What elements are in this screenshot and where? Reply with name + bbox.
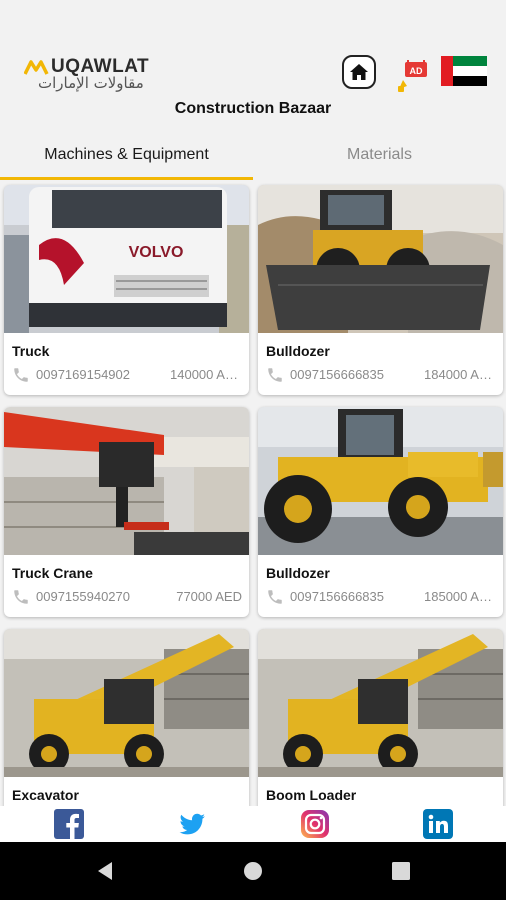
android-nav-bar: [0, 842, 506, 900]
listing-card[interactable]: Truck Crane 0097155940270 77000 AED: [4, 407, 249, 617]
phone-icon[interactable]: [12, 588, 30, 606]
instagram-icon[interactable]: [300, 809, 330, 839]
listing-phone[interactable]: 0097155940270: [36, 589, 130, 604]
listing-contact-row: 0097156666835 185000 AED: [266, 588, 496, 606]
listing-card[interactable]: Boom Loader: [258, 629, 503, 806]
facebook-icon[interactable]: [54, 809, 84, 839]
status-bar: [0, 0, 506, 30]
listing-contact-row: 0097169154902 140000 AED: [12, 366, 242, 384]
svg-text:VOLVO: VOLVO: [129, 244, 184, 261]
listing-card[interactable]: Excavator: [4, 629, 249, 806]
app-header: UQAWLAT مقاولات الإمارات AD Construction…: [0, 30, 506, 130]
recents-icon[interactable]: [389, 859, 413, 883]
category-tabs: Machines & Equipment Materials: [0, 130, 506, 180]
listing-title: Truck: [12, 343, 50, 359]
tab-materials[interactable]: Materials: [253, 130, 506, 180]
truck-crane-photo: [4, 407, 249, 555]
home-circle-icon[interactable]: [241, 859, 265, 883]
excavator-photo: [4, 629, 249, 777]
listing-card[interactable]: Bulldozer 0097156666835 185000 AED: [258, 407, 503, 617]
listing-price: 184000 AED: [424, 367, 496, 382]
listing-title: Bulldozer: [266, 565, 330, 581]
bulldozer-photo: [258, 407, 503, 555]
post-ad-icon: AD: [398, 60, 427, 92]
phone-icon[interactable]: [12, 366, 30, 384]
boom-loader-photo: [258, 629, 503, 777]
social-bar: [0, 806, 506, 842]
ad-label: AD: [410, 66, 423, 76]
listing-title: Truck Crane: [12, 565, 93, 581]
listings-grid: VOLVO Truck 0097169154902 140000 AED Bul…: [0, 180, 506, 806]
tab-machines-equipment[interactable]: Machines & Equipment: [0, 130, 253, 180]
listing-card[interactable]: Bulldozer 0097156666835 184000 AED: [258, 185, 503, 395]
bulldozer-photo: [258, 185, 503, 333]
listing-price: 140000 AED: [170, 367, 242, 382]
phone-icon[interactable]: [266, 366, 284, 384]
post-ad-button[interactable]: AD: [396, 56, 430, 94]
listing-price: 77000 AED: [176, 589, 242, 604]
home-button[interactable]: [342, 55, 376, 89]
uae-flag-icon[interactable]: [441, 56, 487, 86]
listing-title: Excavator: [12, 787, 79, 803]
listing-phone[interactable]: 0097156666835: [290, 367, 384, 382]
home-icon: [350, 64, 368, 80]
listing-price: 185000 AED: [424, 589, 496, 604]
page-title: Construction Bazaar: [174, 100, 332, 117]
phone-icon[interactable]: [266, 588, 284, 606]
twitter-icon[interactable]: [177, 809, 207, 839]
listing-contact-row: 0097156666835 184000 AED: [266, 366, 496, 384]
linkedin-icon[interactable]: [423, 809, 453, 839]
app-logo[interactable]: UQAWLAT مقاولات الإمارات: [24, 56, 164, 100]
listing-phone[interactable]: 0097169154902: [36, 367, 130, 382]
truck-photo: VOLVO: [4, 185, 249, 333]
listing-card[interactable]: VOLVO Truck 0097169154902 140000 AED: [4, 185, 249, 395]
logo-arabic-text: مقاولات الإمارات: [38, 74, 144, 92]
listing-title: Bulldozer: [266, 343, 330, 359]
listing-phone[interactable]: 0097156666835: [290, 589, 384, 604]
back-icon[interactable]: [93, 859, 117, 883]
listing-title: Boom Loader: [266, 787, 357, 803]
listing-contact-row: 0097155940270 77000 AED: [12, 588, 242, 606]
